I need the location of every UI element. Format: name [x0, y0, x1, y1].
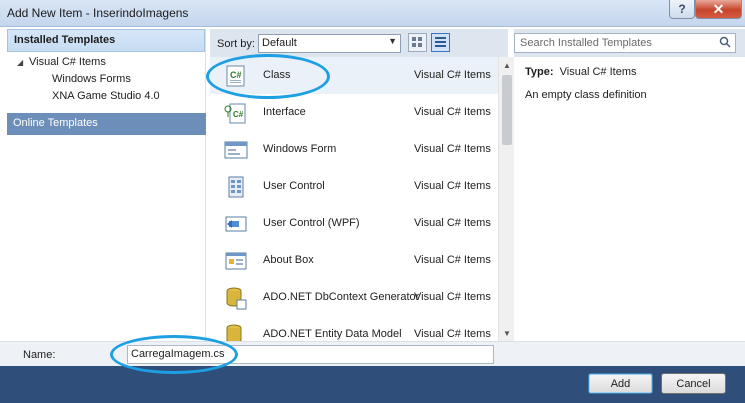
- chevron-down-icon: ▼: [388, 36, 397, 46]
- template-type: Visual C# Items: [414, 254, 491, 266]
- sort-value: Default: [262, 37, 297, 49]
- list-scrollbar[interactable]: ▲ ▼: [498, 57, 514, 341]
- template-name: Windows Form: [263, 143, 337, 155]
- template-name: ADO.NET Entity Data Model: [263, 328, 402, 340]
- tree-item-label: Windows Forms: [52, 73, 131, 85]
- template-row-user-control-wpf[interactable]: User Control (WPF) Visual C# Items: [210, 205, 498, 242]
- tree-item-label: Visual C# Items: [29, 56, 106, 68]
- svg-text:C#: C#: [233, 110, 244, 119]
- installed-templates-header[interactable]: Installed Templates: [7, 29, 205, 52]
- sort-label: Sort by:: [217, 38, 255, 50]
- grid-view-icon: [412, 37, 422, 47]
- online-templates-item[interactable]: Online Templates: [7, 113, 206, 135]
- template-row-windows-form[interactable]: Windows Form Visual C# Items: [210, 131, 498, 168]
- interface-icon: C#: [224, 103, 246, 124]
- template-name: About Box: [263, 254, 314, 266]
- name-label: Name:: [23, 349, 56, 361]
- template-name: Class: [263, 69, 291, 81]
- title-bar: Add New Item - InserindoImagens ? ✕: [0, 0, 745, 27]
- dbcontext-icon: [226, 287, 247, 310]
- template-row-user-control[interactable]: User Control Visual C# Items: [210, 168, 498, 205]
- cancel-button-label: Cancel: [676, 377, 711, 390]
- class-icon: C#: [226, 65, 245, 87]
- tree-item-label: XNA Game Studio 4.0: [52, 90, 160, 102]
- template-name: User Control (WPF): [263, 217, 360, 229]
- name-input[interactable]: CarregaImagem.cs: [127, 345, 494, 364]
- windows-form-icon: [224, 141, 248, 159]
- close-icon: ✕: [712, 0, 725, 17]
- button-bar: Add Cancel: [0, 366, 745, 403]
- name-bar: Name: CarregaImagem.cs: [0, 341, 745, 366]
- scroll-down-icon[interactable]: ▼: [499, 325, 515, 341]
- template-type: Visual C# Items: [414, 217, 491, 229]
- search-placeholder: Search Installed Templates: [520, 37, 652, 49]
- template-list: C# Class Visual C# Items C# Interface Vi…: [210, 57, 498, 341]
- template-row-interface[interactable]: C# Interface Visual C# Items: [210, 94, 498, 131]
- list-toolbar: Sort by: Default ▼: [210, 29, 508, 57]
- about-box-icon: [225, 252, 247, 270]
- entity-model-icon: [226, 324, 242, 341]
- help-button[interactable]: ?: [669, 0, 695, 19]
- template-type: Visual C# Items: [414, 106, 491, 118]
- template-name: User Control: [263, 180, 325, 192]
- list-view-icon: [435, 37, 446, 47]
- add-button[interactable]: Add: [588, 373, 653, 394]
- close-button[interactable]: ✕: [695, 0, 742, 19]
- description-type: Type: Visual C# Items: [525, 66, 647, 78]
- description-text: An empty class definition: [525, 89, 647, 101]
- template-type: Visual C# Items: [414, 328, 491, 340]
- tree-item-windows-forms[interactable]: Windows Forms: [7, 71, 205, 88]
- template-type: Visual C# Items: [414, 180, 491, 192]
- expand-arrow-icon[interactable]: ◢: [17, 54, 23, 71]
- svg-text:C#: C#: [230, 70, 242, 80]
- template-type: Visual C# Items: [414, 69, 491, 81]
- sort-dropdown[interactable]: Default ▼: [258, 34, 401, 53]
- cancel-button[interactable]: Cancel: [661, 373, 726, 394]
- template-row-entity-data-model[interactable]: ADO.NET Entity Data Model Visual C# Item…: [210, 316, 498, 341]
- template-row-dbcontext-generator[interactable]: ADO.NET DbContext Generator Visual C# It…: [210, 279, 498, 316]
- template-row-about-box[interactable]: About Box Visual C# Items: [210, 242, 498, 279]
- tree-item-visual-csharp[interactable]: ◢ Visual C# Items: [7, 54, 205, 71]
- search-icon[interactable]: [719, 36, 731, 48]
- add-button-label: Add: [610, 377, 631, 390]
- user-control-wpf-icon: [225, 216, 247, 232]
- scroll-up-icon[interactable]: ▲: [499, 57, 515, 73]
- template-name: Interface: [263, 106, 306, 118]
- template-row-class[interactable]: C# Class Visual C# Items: [210, 57, 498, 94]
- tree-item-xna[interactable]: XNA Game Studio 4.0: [7, 88, 205, 105]
- template-description: Type: Visual C# Items An empty class def…: [525, 66, 647, 101]
- template-name: ADO.NET DbContext Generator: [263, 291, 420, 303]
- details-view-button[interactable]: [431, 33, 450, 52]
- type-label: Type:: [525, 66, 554, 78]
- user-control-icon: [228, 176, 244, 198]
- medium-icons-view-button[interactable]: [408, 33, 427, 52]
- template-categories-panel: Installed Templates ◢ Visual C# Items Wi…: [7, 29, 206, 341]
- search-input[interactable]: Search Installed Templates: [514, 33, 736, 53]
- template-type: Visual C# Items: [414, 291, 491, 303]
- template-type: Visual C# Items: [414, 143, 491, 155]
- type-value: Visual C# Items: [559, 66, 637, 78]
- help-icon: ?: [678, 2, 686, 16]
- window-title: Add New Item - InserindoImagens: [7, 6, 189, 20]
- scrollbar-thumb[interactable]: [502, 75, 512, 145]
